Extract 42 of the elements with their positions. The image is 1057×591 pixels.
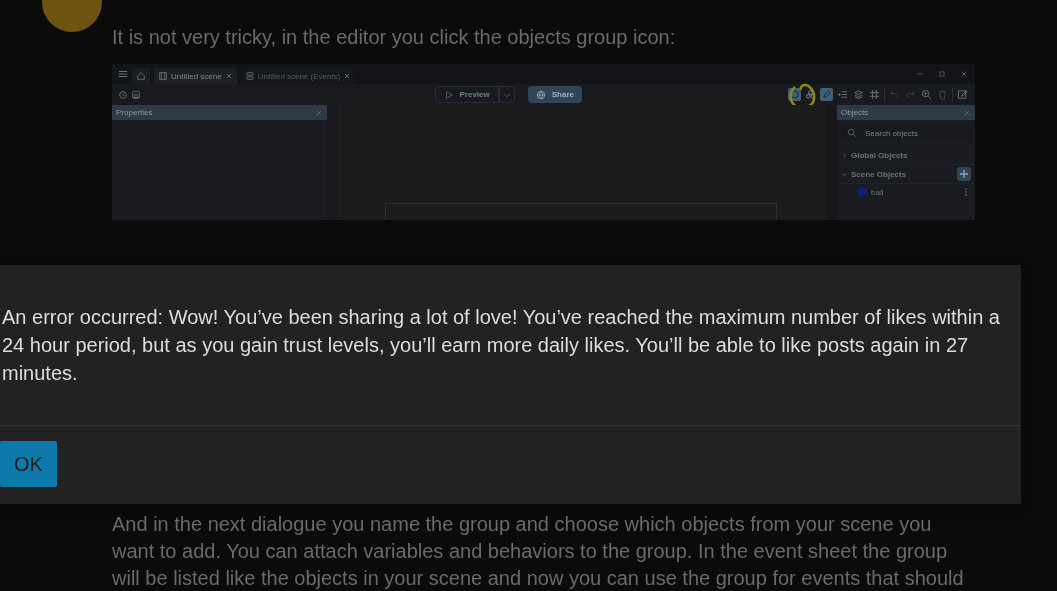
share-button[interactable]: Share bbox=[527, 86, 582, 103]
dropdown-button[interactable] bbox=[498, 86, 515, 103]
pencil-icon[interactable] bbox=[820, 88, 833, 101]
post-paragraph: It is not very tricky, in the editor you click the objects group icon: bbox=[112, 25, 677, 50]
history-icon[interactable] bbox=[118, 89, 128, 100]
globe-icon bbox=[535, 89, 546, 100]
editor-tab[interactable]: Untitled scene (Events) bbox=[240, 68, 356, 84]
list-add-icon[interactable] bbox=[836, 88, 849, 101]
error-message: An error occurred: Wow! You’ve been sharing a lot of love! You’ve reached the maximum number of likes within a 24 hour period, but as you gain trust levels, you’ll earn more daily likes. You’ll be able to like posts again in 27 minutes. bbox=[0, 265, 1021, 426]
zoom-icon[interactable] bbox=[920, 88, 933, 101]
group-label[interactable]: Scene Objects bbox=[851, 169, 954, 179]
close-icon[interactable] bbox=[343, 72, 352, 80]
restore-icon[interactable] bbox=[937, 69, 947, 79]
panel-header: Objects bbox=[837, 105, 975, 120]
chevron-down-icon[interactable] bbox=[841, 170, 848, 178]
editor-tab[interactable]: Untitled scene bbox=[154, 68, 237, 84]
close-icon[interactable] bbox=[224, 72, 233, 80]
close-icon[interactable] bbox=[963, 108, 971, 117]
grid-icon[interactable] bbox=[868, 88, 881, 101]
search-icon bbox=[847, 128, 857, 138]
layers-icon[interactable] bbox=[852, 88, 865, 101]
edit-icon[interactable] bbox=[956, 88, 969, 101]
close-icon[interactable] bbox=[315, 108, 323, 117]
save-icon[interactable] bbox=[131, 89, 141, 100]
post-paragraph: And in the next dialogue you name the group and choose which objects from your scene you want to add. You can attach variables and behaviors to the group. In the event sheet the group will be listed like the objects in your scene and now you can use the group for events that should bbox=[112, 512, 965, 591]
chevron-right-icon[interactable] bbox=[841, 151, 848, 159]
search-field[interactable]: Search objects bbox=[841, 125, 971, 141]
panel-header: Properties bbox=[112, 105, 327, 120]
add-button[interactable] bbox=[957, 167, 971, 181]
trash-icon[interactable] bbox=[936, 88, 949, 101]
group-label[interactable]: Global Objects bbox=[851, 150, 971, 160]
ok-button[interactable]: OK bbox=[0, 441, 57, 487]
home-icon bbox=[136, 71, 146, 81]
object-thumbnail-icon bbox=[857, 187, 867, 197]
film-icon bbox=[158, 71, 168, 81]
home-tab[interactable] bbox=[132, 68, 150, 84]
play-icon bbox=[443, 89, 454, 100]
menu-icon[interactable] bbox=[118, 69, 128, 79]
close-icon[interactable] bbox=[959, 69, 969, 79]
list-icon bbox=[244, 71, 255, 81]
preview-button[interactable]: Preview bbox=[434, 86, 499, 103]
object-name[interactable]: ball bbox=[871, 187, 957, 197]
